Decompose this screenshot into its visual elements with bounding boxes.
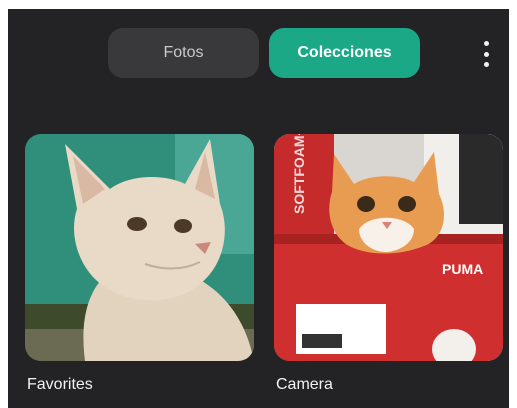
tab-collections[interactable]: Colecciones xyxy=(269,28,420,78)
cat-photo xyxy=(25,134,254,361)
menu-dot xyxy=(483,62,489,67)
collection-camera-thumbnail[interactable]: SOFTFOAM+ PUMA xyxy=(274,134,503,361)
more-options-icon[interactable] xyxy=(476,39,496,69)
collection-camera-label: Camera xyxy=(276,376,333,393)
box-text: SOFTFOAM+ xyxy=(291,134,307,214)
collection-favorites-thumbnail[interactable] xyxy=(25,134,254,361)
cat-in-box-photo: SOFTFOAM+ PUMA xyxy=(274,134,503,361)
app-screen: Fotos Colecciones Favorites SOFTFOAM+ PU… xyxy=(8,9,509,408)
collection-favorites-label: Favorites xyxy=(27,376,93,393)
menu-dot xyxy=(483,51,489,57)
menu-dot xyxy=(483,41,489,46)
tab-photos[interactable]: Fotos xyxy=(108,28,259,78)
box-brand: PUMA xyxy=(442,261,483,277)
